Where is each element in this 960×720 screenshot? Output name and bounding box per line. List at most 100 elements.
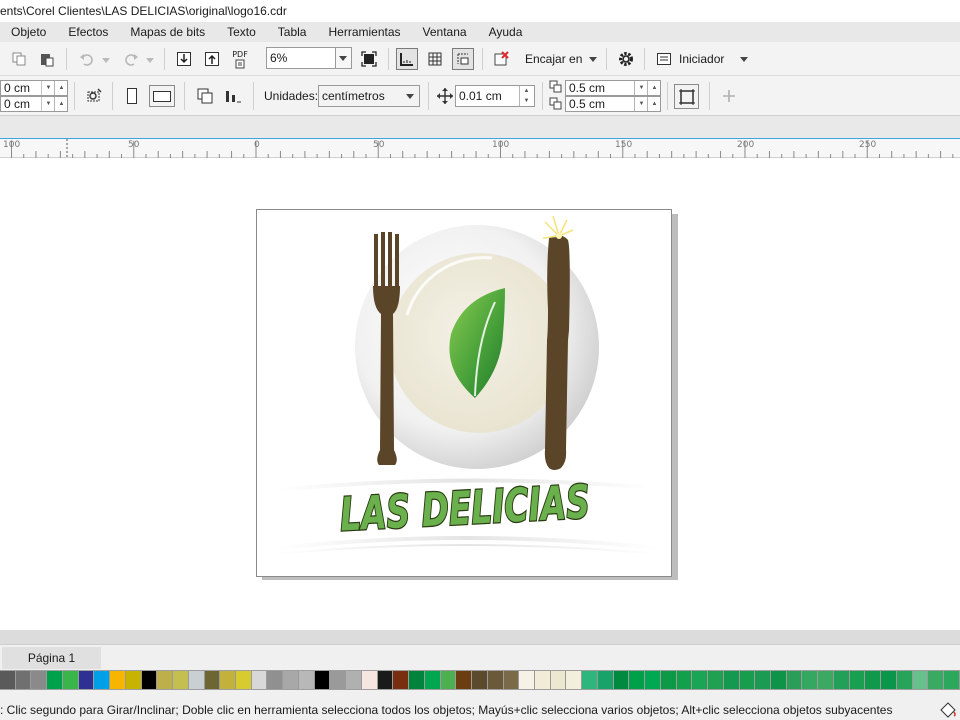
palette-swatch[interactable] xyxy=(487,671,504,689)
position-y-spinner[interactable]: ▼ xyxy=(41,97,55,111)
palette-swatch[interactable] xyxy=(472,671,488,689)
palette-swatch[interactable] xyxy=(78,671,95,689)
publish-pdf-icon[interactable]: PDF xyxy=(229,48,251,70)
palette-swatch[interactable] xyxy=(31,671,48,689)
undo-dropdown-icon[interactable] xyxy=(102,58,110,63)
palette-swatch[interactable] xyxy=(833,671,850,689)
position-y-step[interactable]: ▲ xyxy=(54,97,68,111)
palette-swatch[interactable] xyxy=(188,671,205,689)
duplicate-x-spinner[interactable]: ▼ xyxy=(634,81,648,95)
palette-swatch[interactable] xyxy=(330,671,347,689)
palette-swatch[interactable] xyxy=(440,671,457,689)
palette-swatch[interactable] xyxy=(881,671,897,689)
palette-swatch[interactable] xyxy=(597,671,614,689)
transform-object-icon[interactable] xyxy=(83,85,105,107)
menu-tabla[interactable]: Tabla xyxy=(267,22,318,42)
palette-swatch[interactable] xyxy=(802,671,819,689)
palette-swatch[interactable] xyxy=(393,671,410,689)
palette-swatch[interactable] xyxy=(220,671,237,689)
palette-swatch[interactable] xyxy=(456,671,473,689)
units-select[interactable]: centímetros xyxy=(318,85,420,107)
palette-swatch[interactable] xyxy=(125,671,142,689)
menu-texto[interactable]: Texto xyxy=(216,22,267,42)
menu-mapas-de-bits[interactable]: Mapas de bits xyxy=(119,22,216,42)
palette-swatch[interactable] xyxy=(346,671,362,689)
show-guidelines-icon[interactable] xyxy=(452,48,474,70)
menu-objeto[interactable]: Objeto xyxy=(0,22,57,42)
paste-icon[interactable] xyxy=(36,48,58,70)
launcher-dropdown-icon[interactable] xyxy=(740,57,748,62)
menu-ventana[interactable]: Ventana xyxy=(412,22,478,42)
palette-swatch[interactable] xyxy=(550,671,567,689)
palette-swatch[interactable] xyxy=(566,671,583,689)
units-dropdown-icon[interactable] xyxy=(406,94,414,99)
palette-swatch[interactable] xyxy=(739,671,756,689)
all-pages-icon[interactable] xyxy=(194,85,216,107)
palette-swatch[interactable] xyxy=(173,671,189,689)
palette-swatch[interactable] xyxy=(912,671,929,689)
palette-swatch[interactable] xyxy=(896,671,913,689)
palette-swatch[interactable] xyxy=(676,671,693,689)
palette-swatch[interactable] xyxy=(629,671,646,689)
document-page[interactable]: LAS DELICIAS xyxy=(256,209,672,577)
fill-indicator-icon[interactable] xyxy=(938,700,960,718)
position-x-step[interactable]: ▲ xyxy=(54,81,68,95)
zoom-to-page-icon[interactable] xyxy=(358,48,380,70)
palette-swatch[interactable] xyxy=(849,671,866,689)
palette-swatch[interactable] xyxy=(157,671,174,689)
horizontal-scrollbar[interactable] xyxy=(0,630,960,644)
palette-swatch[interactable] xyxy=(770,671,787,689)
palette-swatch[interactable] xyxy=(94,671,111,689)
palette-swatch[interactable] xyxy=(204,671,221,689)
gear-icon[interactable] xyxy=(615,48,637,70)
palette-swatch[interactable] xyxy=(424,671,441,689)
palette-swatch[interactable] xyxy=(298,671,315,689)
launcher-icon[interactable] xyxy=(653,48,675,70)
page-tab-1[interactable]: Página 1 xyxy=(2,647,101,669)
copy-icon[interactable] xyxy=(8,48,30,70)
palette-swatch[interactable] xyxy=(723,671,740,689)
palette-swatch[interactable] xyxy=(409,671,425,689)
redo-icon[interactable] xyxy=(120,48,142,70)
zoom-level-field[interactable]: 6% xyxy=(266,47,336,69)
page-frame-icon[interactable] xyxy=(674,84,699,109)
palette-swatch[interactable] xyxy=(613,671,630,689)
palette-swatch[interactable] xyxy=(928,671,945,689)
portrait-icon[interactable] xyxy=(121,85,143,107)
palette-swatch[interactable] xyxy=(141,671,158,689)
menu-ayuda[interactable]: Ayuda xyxy=(478,22,534,42)
palette-swatch[interactable] xyxy=(645,671,661,689)
export-icon[interactable] xyxy=(201,48,223,70)
palette-swatch[interactable] xyxy=(283,671,299,689)
landscape-icon[interactable] xyxy=(149,85,175,107)
palette-swatch[interactable] xyxy=(818,671,834,689)
zoom-dropdown-button[interactable] xyxy=(336,47,352,69)
show-grid-icon[interactable] xyxy=(424,48,446,70)
palette-swatch[interactable] xyxy=(534,671,551,689)
palette-swatch[interactable] xyxy=(503,671,520,689)
palette-swatch[interactable] xyxy=(236,671,252,689)
palette-swatch[interactable] xyxy=(708,671,724,689)
palette-swatch[interactable] xyxy=(582,671,598,689)
import-icon[interactable] xyxy=(173,48,195,70)
current-page-icon[interactable] xyxy=(222,85,244,107)
palette-swatch[interactable] xyxy=(15,671,32,689)
palette-swatch[interactable] xyxy=(786,671,803,689)
snap-to-dropdown-icon[interactable] xyxy=(589,57,597,62)
menu-herramientas[interactable]: Herramientas xyxy=(317,22,411,42)
plus-icon[interactable] xyxy=(718,85,740,107)
palette-swatch[interactable] xyxy=(267,671,284,689)
palette-swatch[interactable] xyxy=(314,671,331,689)
palette-swatch[interactable] xyxy=(110,671,126,689)
snap-off-icon[interactable] xyxy=(490,48,512,70)
snap-to-label[interactable]: Encajar en xyxy=(525,52,582,66)
palette-swatch[interactable] xyxy=(251,671,268,689)
palette-swatch[interactable] xyxy=(865,671,882,689)
duplicate-y-step[interactable]: ▲ xyxy=(647,97,661,111)
palette-swatch[interactable] xyxy=(377,671,394,689)
drawing-canvas[interactable]: LAS DELICIAS xyxy=(0,158,960,630)
palette-swatch[interactable] xyxy=(944,671,960,689)
duplicate-x-step[interactable]: ▲ xyxy=(647,81,661,95)
palette-swatch[interactable] xyxy=(0,671,16,689)
show-rulers-icon[interactable] xyxy=(396,48,418,70)
